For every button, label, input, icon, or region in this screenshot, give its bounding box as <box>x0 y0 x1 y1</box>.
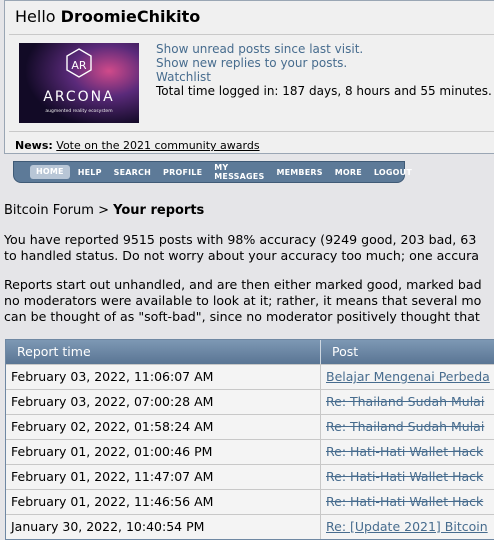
breadcrumb: Bitcoin Forum > Your reports <box>4 203 204 218</box>
time-logged: Total time logged in: 187 days, 8 hours … <box>156 84 492 98</box>
unread-posts-link[interactable]: Show unread posts since last visit. <box>156 42 492 56</box>
breadcrumb-separator: > <box>98 203 109 218</box>
post-link[interactable]: Re: [Update 2021] Bitcoin <box>321 515 488 539</box>
report-time-cell: February 03, 2022, 07:00:28 AM <box>6 390 321 414</box>
report-time-cell: January 30, 2022, 10:40:54 PM <box>6 515 321 539</box>
post-link[interactable]: Re: Hati-Hati Wallet Hack <box>321 465 483 489</box>
news-link[interactable]: Vote on the 2021 community awards <box>56 139 259 152</box>
paragraph-line: to handled status. Do not worry about yo… <box>4 248 480 263</box>
watchlist-link[interactable]: Watchlist <box>156 70 492 84</box>
post-link[interactable]: Belajar Mengenai Perbeda <box>321 365 490 389</box>
status-paragraph: Reports start out unhandled, and are the… <box>4 277 482 325</box>
menu-search[interactable]: SEARCH <box>108 168 157 177</box>
menu-my-messages[interactable]: MY MESSAGES <box>208 163 270 181</box>
news-label: News: <box>15 139 53 152</box>
paragraph-line: can be thought of as "soft-bad", since n… <box>4 309 480 324</box>
user-links: Show unread posts since last visit. Show… <box>156 42 492 98</box>
avatar: AR ARCONA augmented reality ecosystem <box>19 43 139 123</box>
menu-profile[interactable]: PROFILE <box>157 168 208 177</box>
report-time-cell: February 03, 2022, 11:06:07 AM <box>6 365 321 389</box>
avatar-logo-text: ARCONA <box>43 89 114 105</box>
header-post[interactable]: Post <box>321 340 358 364</box>
news: News: Vote on the 2021 community awards <box>15 139 260 152</box>
paragraph-line: You have reported 9515 posts with 98% ac… <box>4 232 477 247</box>
avatar-logo-subtext: augmented reality ecosystem <box>45 108 112 114</box>
menu-more[interactable]: MORE <box>329 168 368 177</box>
menu-members[interactable]: MEMBERS <box>270 168 328 177</box>
report-time-cell: February 02, 2022, 01:58:24 AM <box>6 415 321 439</box>
post-link[interactable]: Re: Thailand Sudah Mulai <box>321 390 484 414</box>
table-row: February 01, 2022, 11:46:56 AM Re: Hati-H… <box>6 489 494 514</box>
user-panel: AR ARCONA augmented reality ecosystem Sh… <box>9 34 494 132</box>
paragraph-line: no moderators were available to look at … <box>4 293 482 308</box>
post-link[interactable]: Re: Thailand Sudah Mulai <box>321 415 484 439</box>
main-menu: HOME HELP SEARCH PROFILE MY MESSAGES MEM… <box>13 161 412 183</box>
table-row: February 02, 2022, 01:58:24 AM Re: Thaila… <box>6 414 494 439</box>
table-row: February 03, 2022, 11:06:07 AM Belajar Me… <box>6 364 494 389</box>
report-time-cell: February 01, 2022, 11:46:56 AM <box>6 490 321 514</box>
breadcrumb-forum[interactable]: Bitcoin Forum <box>4 203 94 218</box>
report-time-cell: February 01, 2022, 11:47:07 AM <box>6 465 321 489</box>
table-row: January 30, 2022, 10:40:54 PM Re: [Update… <box>6 514 494 539</box>
post-link[interactable]: Re: Hati-Hati Wallet Hack <box>321 440 483 464</box>
paragraph-line: Reports start out unhandled, and are the… <box>4 277 482 292</box>
greeting-text: Hello <box>15 7 56 26</box>
table-row: February 01, 2022, 11:47:07 AM Re: Hati-H… <box>6 464 494 489</box>
post-link[interactable]: Re: Hati-Hati Wallet Hack <box>321 490 483 514</box>
new-replies-link[interactable]: Show new replies to your posts. <box>156 56 492 70</box>
page-title: Your reports <box>113 203 205 218</box>
svg-text:AR: AR <box>71 59 87 72</box>
menu-logout[interactable]: LOGOUT <box>368 168 418 177</box>
user-box: Hello DroomieChikito AR ARCONA augmented… <box>4 0 494 154</box>
table-header: Report time Post <box>6 340 494 364</box>
reports-table: Report time Post February 03, 2022, 11:0… <box>5 339 494 540</box>
menu-home[interactable]: HOME <box>30 165 70 179</box>
accuracy-paragraph: You have reported 9515 posts with 98% ac… <box>4 232 479 264</box>
username: DroomieChikito <box>60 7 201 26</box>
table-row: February 03, 2022, 07:00:28 AM Re: Thaila… <box>6 389 494 414</box>
header-report-time[interactable]: Report time <box>6 340 321 364</box>
menu-help[interactable]: HELP <box>72 168 108 177</box>
report-time-cell: February 01, 2022, 01:00:46 PM <box>6 440 321 464</box>
table-row: February 01, 2022, 01:00:46 PM Re: Hati-H… <box>6 439 494 464</box>
greeting: Hello DroomieChikito <box>15 7 200 26</box>
